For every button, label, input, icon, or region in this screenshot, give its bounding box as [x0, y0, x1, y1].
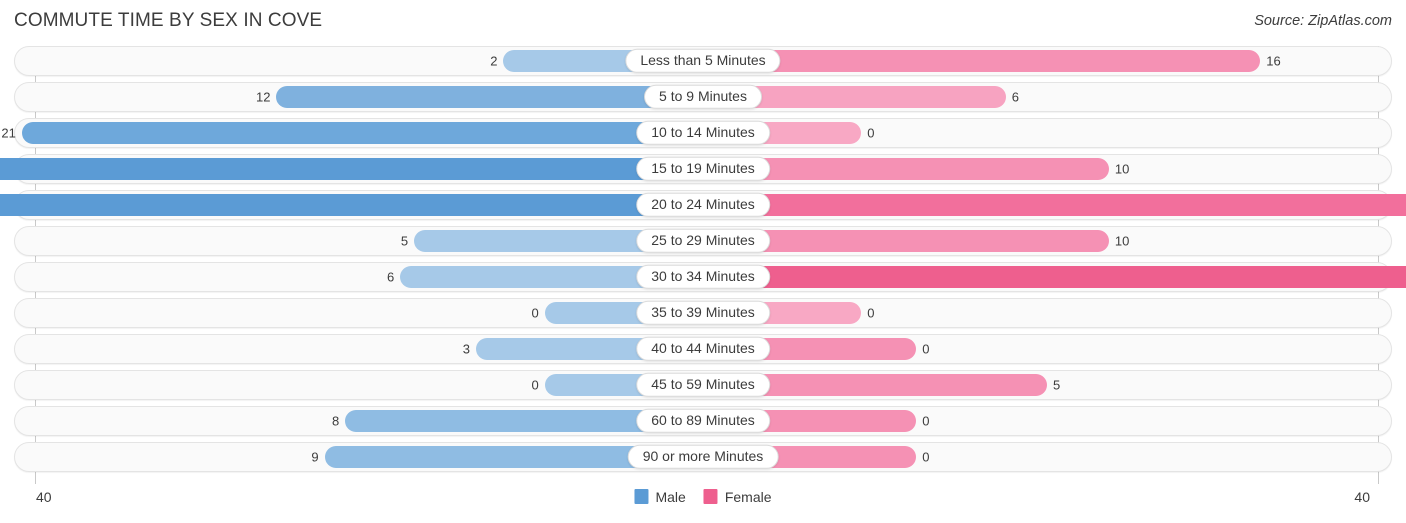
row-inner: 3 0 40 to 44 Minutes — [15, 335, 1391, 363]
bar-female[interactable]: 16 — [703, 50, 1281, 72]
bar-rows: 2 16 Less than 5 Minutes 12 6 5 to 9 Minutes 2… — [0, 46, 1406, 478]
table-row[interactable]: 5 10 25 to 29 Minutes — [14, 226, 1392, 256]
category-label: 60 to 89 Minutes — [636, 408, 770, 434]
legend-item-female[interactable]: Female — [703, 488, 772, 505]
category-label: 25 to 29 Minutes — [636, 228, 770, 254]
bar-value-female: 0 — [922, 341, 930, 357]
category-label: 35 to 39 Minutes — [636, 300, 770, 326]
bar-value-female: 0 — [867, 305, 875, 321]
legend-swatch-male — [634, 489, 649, 504]
table-row[interactable]: 2 16 Less than 5 Minutes — [14, 46, 1392, 76]
category-label: 45 to 59 Minutes — [636, 372, 770, 398]
bar-value-female: 5 — [1053, 377, 1061, 393]
bar-value-female: 0 — [867, 125, 875, 141]
table-row[interactable]: 3 0 40 to 44 Minutes — [14, 334, 1392, 364]
chart-container: COMMUTE TIME BY SEX IN COVE Source: ZipA… — [0, 0, 1406, 523]
row-inner: 6 3730 to 34 Minutes — [15, 263, 1406, 291]
chart-footer: 40 Male Female 40 — [0, 484, 1406, 523]
table-row[interactable]: 21 0 10 to 14 Minutes — [1, 118, 1392, 148]
axis-max-left-label: 40 — [36, 489, 52, 505]
row-inner: 0 0 35 to 39 Minutes — [15, 299, 1391, 327]
row-inner: 5 10 25 to 29 Minutes — [15, 227, 1391, 255]
row-inner: 2 16 Less than 5 Minutes — [15, 47, 1391, 75]
legend-label-male: Male — [655, 488, 686, 505]
category-label: 20 to 24 Minutes — [636, 192, 770, 218]
row-inner: 21 0 10 to 14 Minutes — [1, 119, 1391, 147]
row-inner: 342720 to 24 Minutes — [0, 191, 1406, 219]
bar-male[interactable]: 12 — [256, 86, 703, 108]
category-label: 90 or more Minutes — [627, 444, 779, 470]
chart-header: COMMUTE TIME BY SEX IN COVE Source: ZipA… — [0, 0, 1406, 46]
table-row[interactable]: 0 5 45 to 59 Minutes — [14, 370, 1392, 400]
legend-label-female: Female — [724, 488, 772, 505]
source-attribution: Source: ZipAtlas.com — [1254, 13, 1392, 29]
table-row[interactable]: 0 0 35 to 39 Minutes — [14, 298, 1392, 328]
axis-max-right-label: 40 — [1354, 489, 1370, 505]
category-label: 30 to 34 Minutes — [636, 264, 770, 290]
row-inner: 31 10 15 to 19 Minutes — [0, 155, 1391, 183]
bar-value-male: 6 — [387, 269, 395, 285]
row-inner: 0 5 45 to 59 Minutes — [15, 371, 1391, 399]
bar-value-female: 6 — [1011, 89, 1019, 105]
bar-female[interactable]: 37 — [703, 266, 1406, 288]
bar-female[interactable]: 27 — [703, 194, 1406, 216]
bar-value-female: 16 — [1266, 53, 1281, 69]
row-inner: 12 6 5 to 9 Minutes — [15, 83, 1391, 111]
bar-value-male: 8 — [332, 413, 340, 429]
plot-area: 2 16 Less than 5 Minutes 12 6 5 to 9 Minutes 2… — [0, 46, 1406, 484]
table-row[interactable]: 9 0 90 or more Minutes — [14, 442, 1392, 472]
bar-value-male: 2 — [490, 53, 498, 69]
table-row[interactable]: 342720 to 24 Minutes — [0, 190, 1406, 220]
bar-male[interactable]: 31 — [0, 158, 703, 180]
legend-swatch-female — [703, 489, 718, 504]
bar-value-male: 5 — [400, 233, 409, 249]
category-label: 5 to 9 Minutes — [644, 84, 762, 110]
bar-male[interactable]: 21 — [1, 122, 703, 144]
bar-value-male: 21 — [1, 125, 16, 141]
table-row[interactable]: 12 6 5 to 9 Minutes — [14, 82, 1392, 112]
page-title: COMMUTE TIME BY SEX IN COVE — [14, 10, 323, 31]
bar-value-female: 10 — [1114, 161, 1130, 177]
bar-value-female: 10 — [1114, 233, 1130, 249]
table-row[interactable]: 8 0 60 to 89 Minutes — [14, 406, 1392, 436]
bar-value-male: 3 — [462, 341, 470, 357]
row-inner: 9 0 90 or more Minutes — [15, 443, 1391, 471]
bar-value-male: 0 — [531, 305, 539, 321]
category-label: Less than 5 Minutes — [625, 48, 781, 74]
category-label: 15 to 19 Minutes — [636, 156, 770, 182]
legend-item-male[interactable]: Male — [634, 488, 686, 505]
category-label: 40 to 44 Minutes — [636, 336, 770, 362]
chart-legend: Male Female — [634, 488, 772, 505]
bar-value-female: 0 — [922, 413, 930, 429]
bar-value-male: 0 — [531, 377, 539, 393]
bar-value-female: 0 — [922, 449, 930, 465]
table-row[interactable]: 6 3730 to 34 Minutes — [14, 262, 1406, 292]
bar-male[interactable]: 34 — [0, 194, 703, 216]
table-row[interactable]: 31 10 15 to 19 Minutes — [0, 154, 1392, 184]
bar-value-male: 12 — [255, 89, 271, 105]
row-inner: 8 0 60 to 89 Minutes — [15, 407, 1391, 435]
bar-value-male: 9 — [311, 449, 319, 465]
category-label: 10 to 14 Minutes — [636, 120, 770, 146]
